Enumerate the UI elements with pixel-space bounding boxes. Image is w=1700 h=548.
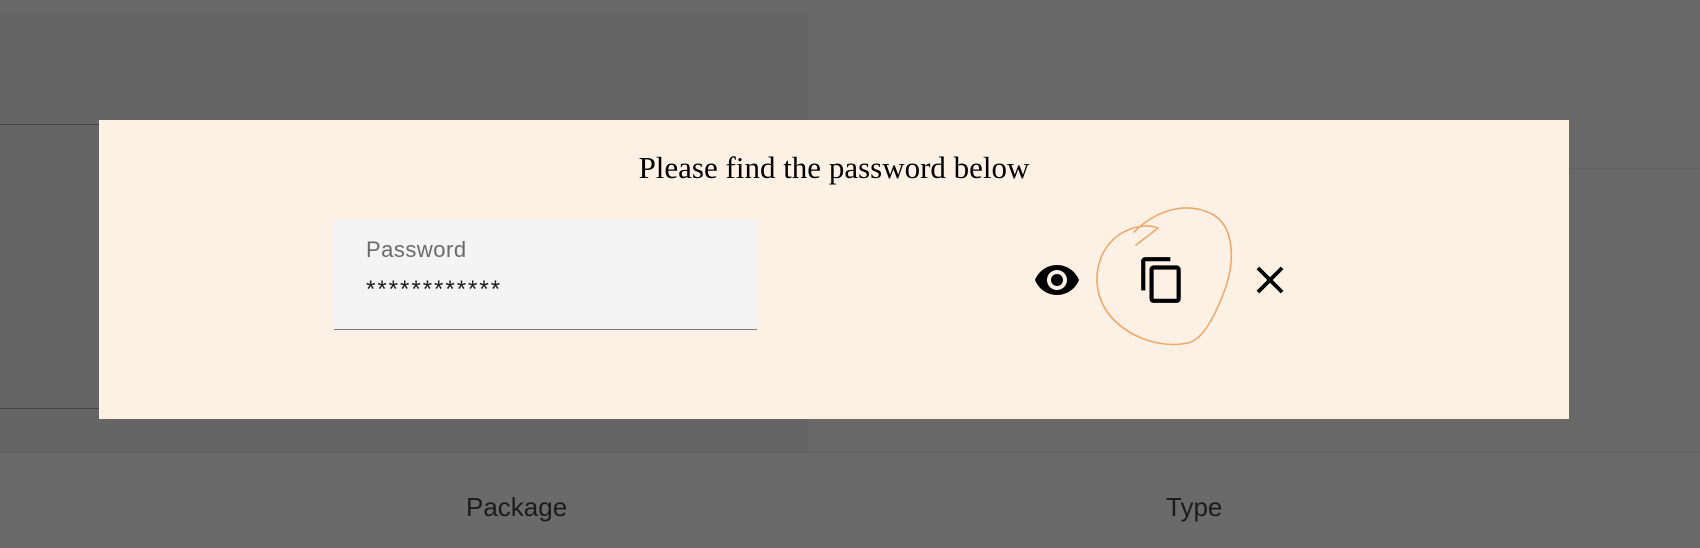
close-icon <box>1256 266 1284 294</box>
show-password-button[interactable] <box>1029 252 1085 308</box>
password-value[interactable]: ************ <box>366 276 502 304</box>
table-header-row <box>0 452 1700 548</box>
column-header-type: Type <box>1166 492 1223 522</box>
copy-password-button[interactable] <box>1134 252 1190 308</box>
password-field[interactable]: Password ************ <box>334 220 757 330</box>
password-label: Password <box>366 237 467 262</box>
column-header-package: Package <box>466 492 568 522</box>
copy-icon <box>1141 257 1181 303</box>
password-dialog: Please find the password below Password … <box>99 120 1569 419</box>
dialog-title: Please find the password below <box>638 150 1030 185</box>
eye-icon <box>1035 265 1079 295</box>
close-dialog-button[interactable] <box>1242 252 1298 308</box>
divider <box>0 124 100 125</box>
divider <box>0 408 100 409</box>
